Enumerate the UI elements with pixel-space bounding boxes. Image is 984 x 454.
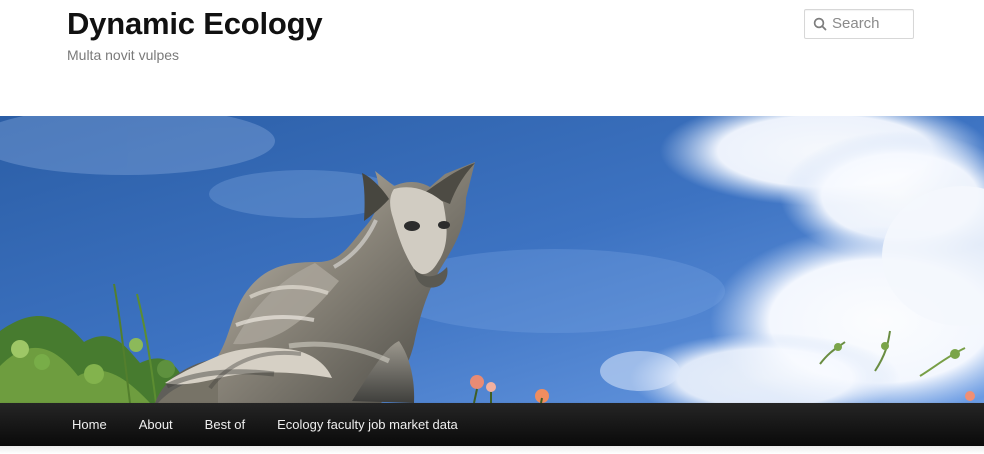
nav-item-best-of[interactable]: Best of bbox=[189, 403, 261, 446]
search-icon bbox=[813, 17, 827, 31]
nav-item-home[interactable]: Home bbox=[56, 403, 123, 446]
main-navigation: Home About Best of Ecology faculty job m… bbox=[0, 403, 984, 446]
search-box[interactable] bbox=[804, 9, 914, 39]
navigation-shadow bbox=[0, 446, 984, 454]
nav-item-ecology-faculty-job-market-data[interactable]: Ecology faculty job market data bbox=[261, 403, 474, 446]
nav-list: Home About Best of Ecology faculty job m… bbox=[56, 403, 474, 446]
header-image bbox=[0, 116, 984, 403]
site-title[interactable]: Dynamic Ecology bbox=[67, 4, 323, 44]
search-input[interactable] bbox=[832, 14, 910, 34]
site-tagline: Multa novit vulpes bbox=[67, 47, 180, 63]
site-header: Dynamic Ecology Multa novit vulpes bbox=[0, 0, 984, 116]
nav-item-about[interactable]: About bbox=[123, 403, 189, 446]
blog-page: Dynamic Ecology Multa novit vulpes Searc… bbox=[0, 0, 984, 454]
fox-statue-banner bbox=[0, 116, 984, 403]
